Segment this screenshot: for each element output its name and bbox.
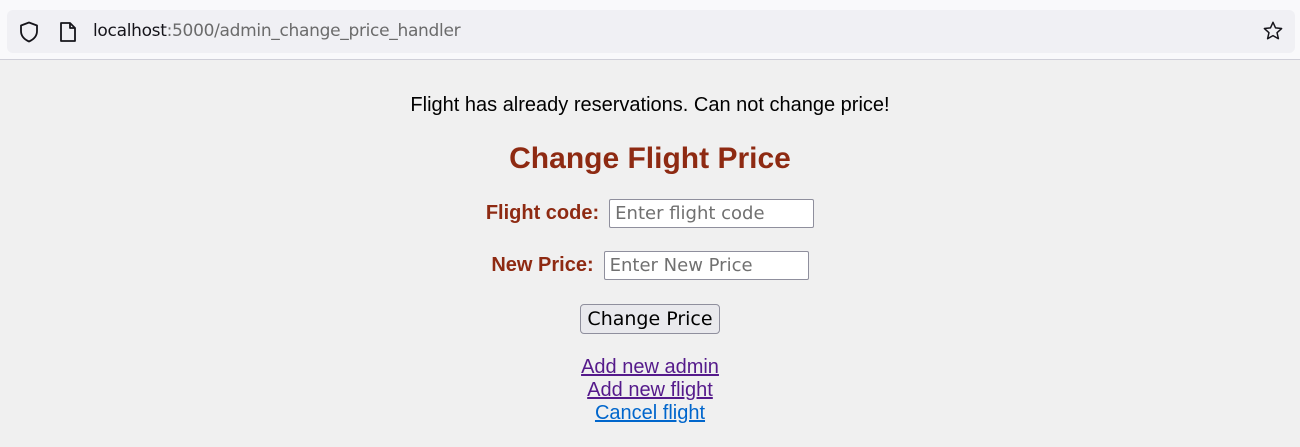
add-new-flight-link[interactable]: Add new flight [0,379,1300,402]
add-new-admin-link[interactable]: Add new admin [0,356,1300,379]
star-icon[interactable] [1262,20,1284,42]
url-path: :5000/admin_change_price_handler [166,21,461,41]
url-host: localhost [93,21,167,41]
url-text[interactable]: localhost:5000/admin_change_price_handle… [93,10,461,53]
new-price-row: New Price: [0,251,1300,280]
page-title: Change Flight Price [509,142,791,175]
error-message: Flight has already reservations. Can not… [410,94,890,116]
cancel-flight-link[interactable]: Cancel flight [0,402,1300,425]
url-bar[interactable]: localhost:5000/admin_change_price_handle… [7,10,1295,53]
page-icon [57,21,79,43]
flight-code-input[interactable] [609,199,815,228]
new-price-label: New Price: [491,254,594,276]
submit-wrap: Change Price [0,304,1300,334]
new-price-input[interactable] [603,251,809,280]
page-content: Flight has already reservations. Can not… [0,94,1300,425]
change-price-button[interactable]: Change Price [580,304,720,334]
shield-icon[interactable] [18,21,40,43]
flight-code-row: Flight code: [0,199,1300,228]
admin-links: Add new admin Add new flight Cancel flig… [0,356,1300,425]
flight-code-label: Flight code: [485,202,600,224]
browser-toolbar: localhost:5000/admin_change_price_handle… [0,0,1300,60]
